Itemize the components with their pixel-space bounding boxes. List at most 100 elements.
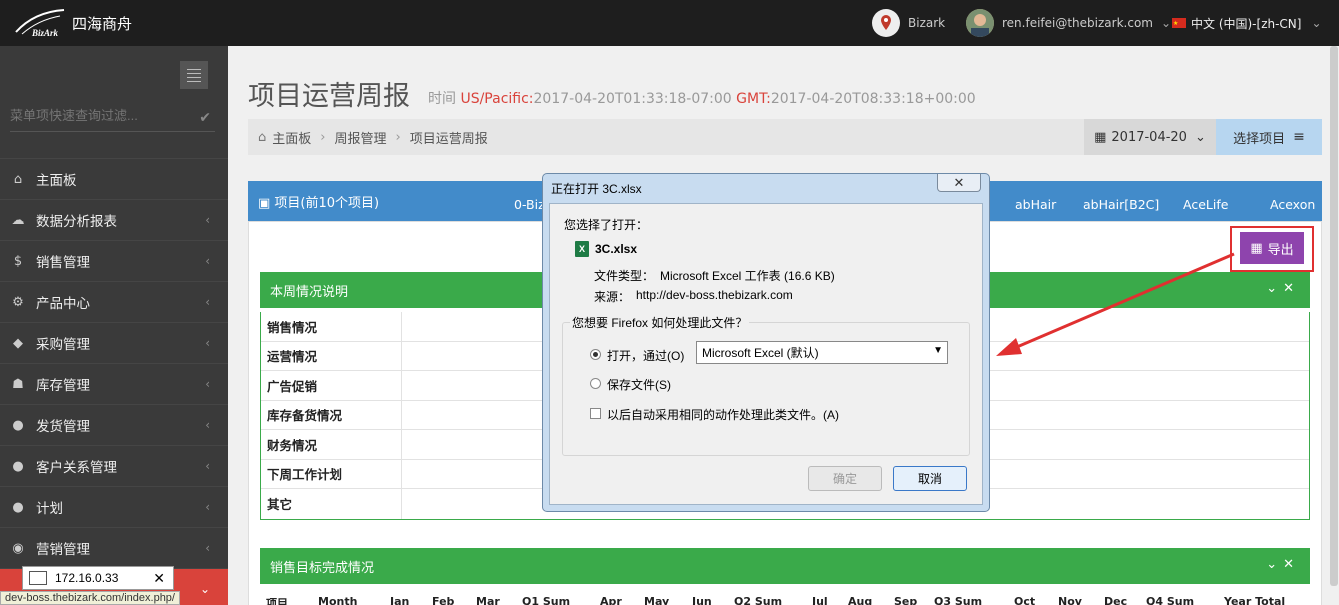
export-button[interactable]: ▦ 导出 [1240, 232, 1304, 264]
collapse-icon[interactable]: ⌄ [1266, 557, 1283, 572]
close-icon: ✕ [953, 174, 965, 190]
dollar-icon: $ [13, 253, 23, 269]
brand-logo[interactable]: BizArk 四海商舟 [14, 8, 132, 38]
company-switcher[interactable]: Bizark [872, 0, 945, 46]
tab-project-abhair-b2c[interactable]: abHair[B2C] [1083, 197, 1159, 212]
sidebar-item-sales[interactable]: $ 销售管理 ‹ [0, 240, 228, 281]
chevron-down-icon: ⌄ [1194, 129, 1206, 145]
sidebar-item-crm[interactable]: ● 客户关系管理 ‹ [0, 445, 228, 486]
company-name: Bizark [908, 16, 946, 30]
column-header: Jan [390, 595, 410, 605]
sales-target-header: 销售目标完成情况 ⌄✕ [260, 548, 1310, 584]
status-bar-url: dev-boss.thebizark.com/index.php/ [0, 591, 180, 605]
column-header: Sep [894, 595, 918, 605]
computer-icon [29, 571, 47, 585]
breadcrumb-separator: › [320, 129, 326, 145]
menu-toggle-icon[interactable] [180, 61, 208, 89]
column-header: Aug [848, 595, 873, 605]
application-select[interactable]: Microsoft Excel (默认) ▼ [696, 341, 948, 364]
sidebar-item-marketing[interactable]: ◉ 营销管理 ‹ [0, 527, 228, 568]
sidebar-item-label: 营销管理 [36, 542, 90, 558]
column-header: Apr [600, 595, 622, 605]
tab-project-abhair[interactable]: abHair [1015, 197, 1056, 212]
row-label: 财务情况 [261, 430, 402, 459]
auto-action-label[interactable]: 以后自动采用相同的动作处理此类文件。(A) [607, 406, 839, 423]
svg-text:★: ★ [1173, 20, 1178, 27]
collapse-icon[interactable]: ⌄ [1266, 281, 1283, 296]
time-gmt: 2017-04-20T08:33:18+00:00 [770, 91, 976, 107]
chevron-left-icon: ‹ [205, 418, 210, 432]
row-label: 运营情况 [261, 341, 402, 370]
sidebar-menu: ⌂ 主面板 ☁ 数据分析报表 ‹ $ 销售管理 ‹ ⚙ 产品中心 ‹ ◆ 采购管… [0, 158, 228, 605]
close-icon[interactable]: ✕ [1283, 281, 1300, 296]
ip-popup: 172.16.0.33 ✕ [22, 566, 174, 590]
language-selector[interactable]: ★ 中文 (中国)-[zh-CN] ⌄ [1172, 0, 1322, 46]
cogs-icon: ⚙ [12, 294, 24, 310]
circle-icon: ● [12, 458, 24, 474]
file-type-label: 文件类型： [594, 269, 655, 283]
scrollbar-thumb[interactable] [1330, 46, 1338, 586]
brand-name: 四海商舟 [72, 14, 133, 33]
breadcrumb-weekly[interactable]: 周报管理 [334, 128, 386, 147]
ok-button[interactable]: 确定 [808, 466, 882, 491]
column-header: Year Total [1224, 595, 1286, 605]
open-with-label[interactable]: 打开，通过(O) [607, 347, 684, 364]
auto-action-checkbox[interactable] [590, 408, 601, 419]
column-header: Jul [812, 595, 828, 605]
save-file-label[interactable]: 保存文件(S) [607, 376, 671, 393]
save-file-radio[interactable] [590, 378, 601, 389]
ip-address: 172.16.0.33 [55, 571, 119, 585]
sidebar-item-inventory[interactable]: ☗ 库存管理 ‹ [0, 363, 228, 404]
sidebar-item-purchasing[interactable]: ◆ 采购管理 ‹ [0, 322, 228, 363]
column-header: Q4 Sum [1146, 595, 1195, 605]
breadcrumb-separator: › [395, 129, 401, 145]
source-value: http://dev-boss.thebizark.com [636, 288, 793, 302]
application-select-value: Microsoft Excel (默认) [702, 346, 819, 360]
column-header: Feb [432, 595, 455, 605]
column-header: Q1 Sum [522, 595, 571, 605]
column-header: Q3 Sum [934, 595, 983, 605]
column-header: Q2 Sum [734, 595, 783, 605]
cancel-button[interactable]: 取消 [893, 466, 967, 491]
company-avatar [872, 9, 900, 37]
breadcrumb-current: 项目运营周报 [409, 131, 488, 147]
home-icon: ⌂ [258, 129, 267, 145]
table-icon: ▦ [1250, 240, 1263, 256]
select-project-button[interactable]: 选择项目 ≡ [1216, 119, 1322, 155]
sidebar-item-analytics[interactable]: ☁ 数据分析报表 ‹ [0, 199, 228, 240]
sidebar-item-products[interactable]: ⚙ 产品中心 ‹ [0, 281, 228, 322]
close-icon[interactable]: ✕ [153, 570, 165, 587]
bizark-logo-icon: BizArk [14, 8, 68, 38]
tab-project-acexon[interactable]: Acexon [1270, 197, 1315, 212]
language-label: 中文 (中国)-[zh-CN] [1191, 16, 1302, 31]
date-picker-button[interactable]: ▦ 2017-04-20 ⌄ [1084, 119, 1216, 155]
user-menu[interactable]: ren.feifei@thebizark.com ⌄ [966, 0, 1171, 46]
sales-target-columns: 项目 Month Jan Feb Mar Q1 Sum Apr May Jun … [260, 594, 1310, 605]
check-icon[interactable]: ✔ [199, 110, 211, 126]
open-with-radio[interactable] [590, 349, 601, 360]
cloud-icon: ☁ [11, 212, 25, 228]
dialog-close-button[interactable]: ✕ [937, 174, 981, 192]
tab-project-acelife[interactable]: AceLife [1183, 197, 1228, 212]
breadcrumb-home[interactable]: 主面板 [272, 128, 311, 147]
time-label: 时间 [428, 91, 456, 107]
file-name: 3C.xlsx [595, 242, 638, 256]
select-project-label: 选择项目 [1233, 131, 1286, 147]
circle-icon: ● [12, 499, 24, 515]
page-scrollbar[interactable] [1329, 46, 1339, 605]
chevron-left-icon: ‹ [205, 213, 210, 227]
menu-filter-input[interactable] [10, 108, 190, 123]
close-icon[interactable]: ✕ [1283, 557, 1300, 572]
sidebar-item-dashboard[interactable]: ⌂ 主面板 [0, 158, 228, 199]
chevron-down-icon: ⌄ [1160, 16, 1172, 30]
row-label: 库存备货情况 [261, 400, 402, 429]
tab-project-0[interactable]: 0-Biz [514, 197, 545, 212]
sidebar-item-plan[interactable]: ● 计划 ‹ [0, 486, 228, 527]
sidebar: ✔ ⌂ 主面板 ☁ 数据分析报表 ‹ $ 销售管理 ‹ ⚙ 产品中心 ‹ ◆ 采… [0, 46, 228, 605]
column-header: Nov [1058, 595, 1082, 605]
panel-controls: ⌄✕ [1266, 281, 1300, 296]
report-time: 时间 US/Pacific:2017-04-20T01:33:18-07:00 … [428, 88, 976, 108]
sidebar-item-shipping[interactable]: ● 发货管理 ‹ [0, 404, 228, 445]
chevron-left-icon: ‹ [205, 541, 210, 555]
sidebar-item-label: 库存管理 [36, 378, 90, 394]
